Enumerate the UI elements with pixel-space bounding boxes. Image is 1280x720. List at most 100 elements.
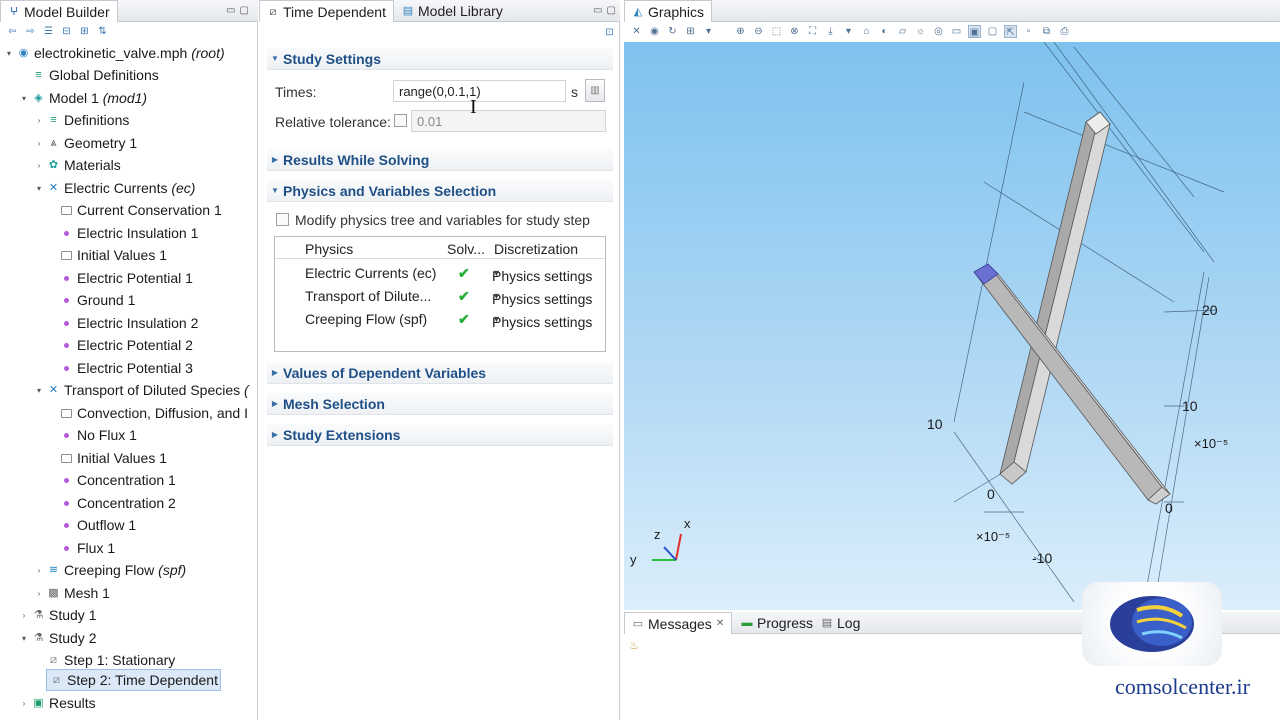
tree-node-global-definitions[interactable]: ≡ Global Definitions — [19, 64, 158, 86]
forward-icon[interactable]: ⇨ — [24, 25, 37, 38]
tab-messages[interactable]: ▭ Messages ✕ — [624, 612, 733, 634]
expand-arrow-icon[interactable]: › — [34, 116, 44, 125]
times-input[interactable]: range(0,0.1,1) — [393, 80, 566, 102]
solve-check-icon[interactable]: ✔ — [458, 311, 470, 328]
table-row[interactable]: Electric Currents (ec) ✔ Physics setting… — [275, 262, 605, 285]
tree-node-initial-values-1b[interactable]: Initial Values 1 — [58, 447, 167, 469]
tree-node-convection-diffusion[interactable]: Convection, Diffusion, and I — [58, 402, 248, 424]
tree-node-electric-potential-3[interactable]: Electric Potential 3 — [58, 357, 193, 379]
tree-node-study-1[interactable]: › ⚗ Study 1 — [19, 604, 97, 626]
transparency-icon[interactable]: ◐ — [878, 25, 891, 38]
zoom-box-icon[interactable]: ⬚ — [770, 25, 783, 38]
dropdown-icon[interactable]: ▾ — [842, 25, 855, 38]
tree-node-outflow-1[interactable]: Outflow 1 — [58, 514, 136, 536]
refresh-icon[interactable]: ↻ — [666, 25, 679, 38]
tree-node-step-1-stationary[interactable]: ⧄ Step 1: Stationary — [44, 649, 175, 671]
deselect-icon[interactable]: ▫ — [1022, 25, 1035, 38]
tree-node-root[interactable]: ▾ ◉ electrokinetic_valve.mph (root) — [4, 42, 225, 64]
sort-icon[interactable]: ⇅ — [96, 25, 109, 38]
tree-node-electric-potential-2[interactable]: Electric Potential 2 — [58, 334, 193, 356]
close-tab-icon[interactable]: ✕ — [716, 618, 724, 629]
tab-log[interactable]: ▤ Log — [814, 612, 867, 634]
range-button[interactable]: ▥ — [585, 79, 605, 102]
tree-node-initial-values-1[interactable]: Initial Values 1 — [58, 244, 167, 266]
zoom-selected-icon[interactable]: ⊗ — [788, 25, 801, 38]
tolerance-input[interactable]: 0.01 — [411, 110, 606, 132]
select-boundaries-icon[interactable]: ▣ — [968, 24, 981, 38]
section-values-dependent-variables[interactable]: ▶ Values of Dependent Variables — [267, 362, 613, 384]
screenshot-icon[interactable]: ⎙ — [1058, 25, 1071, 38]
render-icon[interactable]: ◎ — [932, 25, 945, 38]
copy-icon[interactable]: ⧉ — [1040, 25, 1053, 38]
tree-node-study-2[interactable]: ▾ ⚗ Study 2 — [19, 627, 97, 649]
tab-graphics[interactable]: ◭ Graphics — [624, 0, 713, 22]
tree-node-creeping-flow[interactable]: › ≋ Creeping Flow (spf) — [34, 559, 187, 581]
collapse-arrow-icon[interactable]: ▾ — [34, 386, 44, 395]
pin-icon[interactable]: ⊡ — [603, 26, 616, 39]
camera-select-icon[interactable]: ⊞ — [684, 25, 697, 38]
table-row[interactable]: Transport of Dilute... ✔ Physics setting… — [275, 285, 605, 308]
expand-arrow-icon[interactable]: › — [19, 611, 29, 620]
clear-selection-icon[interactable]: ▢ — [986, 25, 999, 38]
zoom-in-icon[interactable]: ⊕ — [734, 25, 747, 38]
solve-check-icon[interactable]: ✔ — [458, 288, 470, 305]
column-header-solve[interactable]: Solv... — [447, 241, 485, 257]
tab-progress[interactable]: ▬ Progress — [734, 612, 820, 634]
back-icon[interactable]: ⇦ — [6, 25, 19, 38]
zoom-extents-icon[interactable]: ⛶ — [806, 25, 819, 38]
zoom-out-icon[interactable]: ⊖ — [752, 25, 765, 38]
select-objects-icon[interactable]: ⇱ — [1004, 24, 1017, 38]
tree-node-geometry-1[interactable]: › ⩓ Geometry 1 — [34, 132, 137, 154]
tree-node-electric-currents[interactable]: ▾ ✕ Electric Currents (ec) — [34, 177, 196, 199]
tab-time-dependent[interactable]: ⧄ Time Dependent — [259, 0, 394, 22]
section-study-settings[interactable]: ▼ Study Settings — [267, 48, 613, 70]
solve-check-icon[interactable]: ✔ — [458, 265, 470, 282]
box-icon[interactable]: ▭ — [950, 25, 963, 38]
column-header-physics[interactable]: Physics — [305, 241, 353, 257]
tree-node-no-flux-1[interactable]: No Flux 1 — [58, 424, 137, 446]
expand-icon[interactable]: ⊞ — [78, 25, 91, 38]
table-row[interactable]: Creeping Flow (spf) ✔ Physics settings ▼ — [275, 308, 605, 331]
wireframe-icon[interactable]: ▱ — [896, 25, 909, 38]
section-mesh-selection[interactable]: ▶ Mesh Selection — [267, 393, 613, 415]
tab-model-library[interactable]: ▤ Model Library — [395, 0, 510, 22]
eye-icon[interactable]: ◉ — [648, 25, 661, 38]
collapse-arrow-icon[interactable]: ▾ — [19, 634, 29, 643]
expand-arrow-icon[interactable]: › — [19, 699, 29, 708]
collapse-arrow-icon[interactable]: ▾ — [34, 184, 44, 193]
scene-light-icon[interactable]: ☼ — [914, 25, 927, 38]
tree-node-current-conservation-1[interactable]: Current Conservation 1 — [58, 199, 222, 221]
section-study-extensions[interactable]: ▶ Study Extensions — [267, 424, 613, 446]
expand-arrow-icon[interactable]: › — [34, 161, 44, 170]
column-header-discretization[interactable]: Discretization — [494, 241, 578, 257]
show-icon[interactable]: ☰ — [42, 25, 55, 38]
tree-node-electric-potential-1[interactable]: Electric Potential 1 — [58, 267, 193, 289]
tab-model-builder[interactable]: ⵖ Model Builder — [0, 0, 118, 22]
settings-window-controls[interactable]: ▭▢ — [593, 5, 620, 16]
tree-node-model-1[interactable]: ▾ ◈ Model 1 (mod1) — [19, 87, 147, 109]
collapse-icon[interactable]: ⊟ — [60, 25, 73, 38]
graphics-canvas[interactable]: x y z 20 10 ×10⁻⁵ 0 10 0 ×10⁻⁵ -10 — [624, 42, 1280, 610]
section-physics-variables-selection[interactable]: ▼ Physics and Variables Selection — [267, 180, 613, 202]
expand-arrow-icon[interactable]: › — [34, 139, 44, 148]
tree-node-concentration-1[interactable]: Concentration 1 — [58, 469, 176, 491]
close-view-icon[interactable]: ✕ — [630, 25, 643, 38]
tree-node-materials[interactable]: › ✿ Materials — [34, 154, 121, 176]
tree-node-flux-1[interactable]: Flux 1 — [58, 537, 115, 559]
tree-node-electric-insulation-1[interactable]: Electric Insulation 1 — [58, 222, 198, 244]
clear-messages-icon[interactable]: ♨ — [629, 639, 639, 652]
go-to-default-view-icon[interactable]: ⌂ — [860, 25, 873, 38]
expand-arrow-icon[interactable]: › — [34, 566, 44, 575]
modify-physics-checkbox[interactable] — [276, 213, 289, 226]
dropdown-icon[interactable]: ▾ — [702, 25, 715, 38]
view-axis-icon[interactable]: ⤓ — [824, 25, 837, 38]
tree-node-electric-insulation-2[interactable]: Electric Insulation 2 — [58, 312, 198, 334]
tree-node-transport-diluted-species[interactable]: ▾ ✕ Transport of Diluted Species ( — [34, 379, 249, 401]
tree-node-step-2-time-dependent[interactable]: ⧄ Step 2: Time Dependent — [46, 669, 221, 691]
collapse-arrow-icon[interactable]: ▾ — [19, 94, 29, 103]
builder-window-controls[interactable]: ▭▢ — [226, 5, 253, 16]
tree-node-concentration-2[interactable]: Concentration 2 — [58, 492, 176, 514]
collapse-arrow-icon[interactable]: ▾ — [4, 49, 14, 58]
expand-arrow-icon[interactable]: › — [34, 589, 44, 598]
tree-node-mesh-1[interactable]: › ▩ Mesh 1 — [34, 582, 110, 604]
